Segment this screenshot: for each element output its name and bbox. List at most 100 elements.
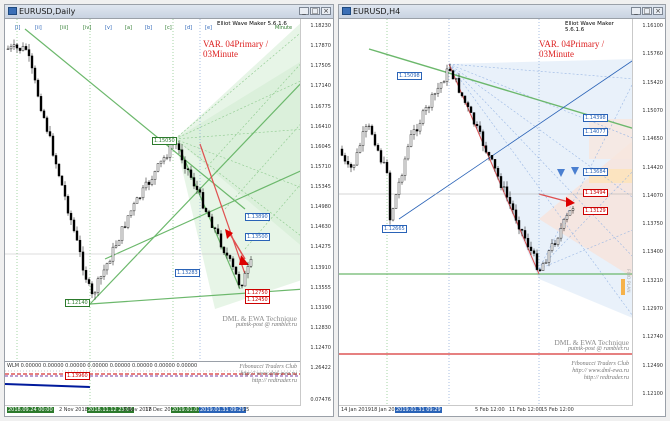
candle-body: [189, 169, 193, 178]
candle-body: [15, 44, 19, 49]
candle-body: [346, 161, 350, 165]
left-chart-window[interactable]: EURUSD,Daily _ □ × Elliot Wave Maker 5.6…: [4, 4, 334, 417]
candle-body: [412, 129, 416, 135]
sub-price-tag: 1.13960: [65, 372, 90, 380]
candle-body: [192, 177, 196, 187]
right-chart-window[interactable]: EURUSD,H4 _ □ × Elliot Wave Maker 5.6.1.…: [338, 4, 666, 417]
price-tick: 1.12970: [642, 306, 663, 313]
time-label: 15: [243, 407, 250, 413]
price-tick: 1.14980: [310, 204, 331, 211]
minimize-button[interactable]: _: [631, 7, 641, 15]
candle-body: [150, 179, 154, 185]
candle-body: [249, 259, 253, 267]
price-tag: 1.12140: [65, 299, 90, 307]
price-tick: 1.12470: [310, 345, 331, 351]
candle-body: [240, 284, 244, 287]
left-title-bar[interactable]: EURUSD,Daily _ □ ×: [5, 5, 333, 19]
left-price-scale[interactable]: 1.18230 1.17870 1.17505 1.17140 1.16775 1.164…: [300, 19, 333, 361]
maximize-button[interactable]: □: [310, 7, 320, 15]
left-promo-top: DML & EWA Technique putnik-post @ ramble…: [222, 315, 297, 329]
candle-body: [502, 186, 506, 189]
right-time-axis[interactable]: 14 Jan 2019 18 Jan 2019 2019.01.31 09:29…: [339, 405, 633, 416]
candle-body: [514, 209, 518, 221]
side-label: FIBO PLAN: [625, 269, 630, 293]
right-title-bar[interactable]: EURUSD,H4 _ □ ×: [339, 5, 665, 19]
candle-body: [403, 158, 407, 176]
candle-body: [358, 145, 362, 153]
candle-body: [469, 106, 473, 113]
candle-body: [472, 112, 476, 125]
price-tag: 1.13500: [245, 233, 270, 241]
candle-body: [93, 292, 97, 295]
time-label: 2018.09.24 00:00: [7, 407, 54, 413]
candle-body: [526, 238, 530, 248]
left-candles-svg: [5, 19, 303, 361]
left-time-axis[interactable]: 2018.09.24 00:00 2 Nov 2018 2018.11.12 2…: [5, 405, 301, 416]
candle-body: [517, 220, 521, 230]
left-indicator-subwindow[interactable]: WLM 0.00000 0.00000 0.00000 0.00000 0.00…: [5, 361, 303, 408]
promo-club: Fibonacci Traders Club: [239, 364, 297, 370]
maximize-button[interactable]: □: [642, 7, 652, 15]
left-window-title: EURUSD,Daily: [19, 7, 76, 16]
wave-label: [c]: [165, 25, 172, 31]
price-tick: 1.13750: [642, 221, 663, 228]
candle-body: [102, 269, 106, 277]
promo-url2: http:// redtrader.ru: [583, 375, 629, 381]
candle-body: [18, 47, 22, 51]
candle-body: [343, 155, 347, 162]
candle-body: [231, 258, 235, 268]
candle-body: [562, 219, 566, 229]
wave-label: [iv]: [83, 25, 92, 31]
price-tick: 1.13910: [310, 264, 331, 271]
close-button[interactable]: ×: [653, 7, 663, 15]
left-price-plot[interactable]: Elliot Wave Maker 5.6.1.6 VAR. 04Primary…: [5, 19, 303, 361]
right-promo: DML & EWA Technique putnik-post @ ramble…: [554, 339, 629, 382]
candle-body: [523, 230, 527, 239]
close-button[interactable]: ×: [321, 7, 331, 15]
candle-body: [448, 68, 452, 71]
candle-body: [153, 170, 157, 180]
candle-body: [237, 274, 241, 286]
candle-body: [177, 143, 181, 150]
right-price-plot[interactable]: Elliot Wave Maker 5.6.1.6 VAR. 04Primary…: [339, 19, 635, 407]
price-tick: 1.12490: [642, 362, 663, 369]
price-tag: 1.12450: [245, 296, 270, 304]
candle-body: [388, 172, 392, 221]
candle-body: [207, 211, 211, 218]
candle-body: [424, 107, 428, 112]
candle-body: [183, 159, 187, 169]
candle-body: [162, 157, 166, 162]
promo-email: putnik-post @ rambler.ru: [567, 346, 629, 352]
time-label: 2 Nov 2018: [59, 407, 88, 413]
candle-body: [147, 181, 151, 185]
candle-body: [141, 187, 145, 199]
candle-body: [30, 55, 34, 69]
wave-label: [e]: [205, 25, 212, 31]
candle-body: [66, 196, 70, 214]
price-tick: 1.13210: [642, 277, 663, 284]
candle-body: [42, 110, 46, 119]
candle-body: [84, 270, 88, 280]
price-tag: 1.14077: [583, 128, 608, 136]
left-promo-bottom: Fibonacci Traders Club http:// www.dml-e…: [239, 364, 297, 385]
candle-body: [168, 144, 172, 158]
candle-body: [475, 124, 479, 127]
price-tick: 1.16410: [310, 123, 331, 130]
sub-tick: 0.07476: [310, 397, 331, 403]
candle-body: [114, 245, 118, 248]
minimize-button[interactable]: _: [299, 7, 309, 15]
right-price-scale[interactable]: 1.16100 1.15760 1.15420 1.15070 1.14650 1.144…: [632, 19, 665, 407]
price-tag: 1.13283: [175, 269, 200, 277]
candle-body: [165, 157, 169, 159]
candle-body: [397, 181, 401, 195]
candle-body: [234, 266, 238, 275]
candle-body: [213, 227, 217, 229]
time-label: 11 Feb 12:00: [509, 407, 542, 413]
price-tag: 1.13494: [583, 189, 608, 197]
candle-body: [400, 175, 404, 183]
promo-title: DML & EWA Technique: [554, 338, 629, 347]
price-tick: 1.12830: [310, 324, 331, 331]
candle-body: [481, 131, 485, 146]
price-tick: 1.16045: [310, 143, 331, 150]
candle-body: [69, 212, 73, 221]
